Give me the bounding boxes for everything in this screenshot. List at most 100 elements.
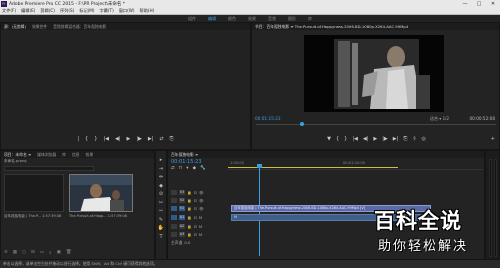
source-patch[interactable] [171,215,177,220]
program-timecode[interactable]: 00:01:15:23 [255,116,281,121]
sync-lock-icon[interactable]: ⊡ [194,190,197,195]
workspace-effects[interactable]: 效果 [248,16,256,22]
marker-button[interactable]: | [77,136,79,142]
snap-icon[interactable]: ⊓ [179,166,183,171]
tab-libraries[interactable]: 库 [62,152,66,158]
master-volume-value[interactable]: 0.0 [184,240,190,245]
menu-sequence[interactable]: 序列(S) [60,8,74,14]
workspace-assembly[interactable]: 组件 [188,16,196,22]
menu-title[interactable]: 字幕(T) [100,8,114,14]
menu-window[interactable]: 窗口(W) [119,8,135,14]
program-video-frame[interactable] [304,35,444,112]
icon-view-icon[interactable]: ▦ [13,250,17,256]
timeline-settings-icon[interactable]: 🔧 [200,166,206,171]
source-patch[interactable] [171,190,177,195]
menu-edit[interactable]: 编辑(E) [21,8,35,14]
playhead-handle[interactable] [257,164,262,168]
play-button[interactable]: ▶ [373,136,377,142]
trash-icon[interactable]: 🗑 [66,250,72,256]
insert-button[interactable]: ⇄ [159,136,163,142]
program-title[interactable]: 节目：百年孤独电影 ≡ The.Pursuit.of.Happyness.200… [255,24,408,30]
eye-icon[interactable]: 👁 [199,190,204,195]
tab-info[interactable]: 信息 [72,152,80,158]
sync-lock-icon[interactable]: ⊡ [194,215,197,220]
track-target[interactable]: A3 [179,232,185,237]
tab-effects[interactable]: 效果 [86,152,94,158]
workspace-audio[interactable]: 音频 [268,16,276,22]
eye-icon[interactable]: 👁 [199,198,204,203]
lock-icon[interactable]: 🔒 [187,215,192,220]
automate-to-sequence-icon[interactable]: ⊟ [31,250,35,256]
menu-help[interactable]: 帮助(H) [140,8,155,14]
eye-icon[interactable]: 👁 [199,206,204,211]
menu-file[interactable]: 文件(F) [2,8,16,14]
source-patch[interactable] [171,232,177,237]
step-back-button[interactable]: ◀| [363,136,369,142]
new-item-icon[interactable]: ▣ [57,250,61,256]
project-item-sequence[interactable] [4,174,64,212]
program-scrub-bar[interactable] [256,122,496,126]
tab-project[interactable]: 项目：未命名 ≡ [4,152,31,158]
track-target[interactable]: V1 [179,206,185,211]
find-icon[interactable]: ⌕ [49,250,52,256]
workspace-graphics[interactable]: 图形 [288,16,296,22]
tab-audio-clip-mixer[interactable]: 音频剪辑混合器：百年孤独电影 [53,24,106,30]
mark-out-button[interactable]: } [344,136,347,142]
minimize-button[interactable]: — [458,1,472,7]
type-tool-icon[interactable]: T [159,234,162,240]
mute-icon[interactable]: M [199,232,202,237]
lock-icon[interactable]: 🔒 [187,224,192,229]
mute-icon[interactable]: M [199,215,202,220]
close-button[interactable]: ✕ [486,1,500,7]
track-target[interactable]: A1 [179,215,185,220]
export-frame-button[interactable]: ◎ [422,136,426,142]
mute-icon[interactable]: M [199,224,202,229]
project-search-input[interactable] [4,166,94,171]
menu-clip[interactable]: 剪辑(C) [40,8,55,14]
track-target[interactable]: V2 [179,198,185,203]
mark-in-button[interactable]: { [85,136,88,142]
maximize-button[interactable]: □ [472,1,486,7]
source-patch[interactable] [171,206,177,211]
workspace-libraries[interactable]: 库 [308,16,312,22]
rate-stretch-tool-icon[interactable]: ◆ [159,183,163,189]
track-select-tool-icon[interactable]: ⇥ [159,166,163,172]
list-view-icon[interactable]: ≡ [4,250,8,256]
razor-tool-icon[interactable]: ⊘ [159,191,163,197]
sync-lock-icon[interactable]: ⊡ [194,224,197,229]
step-back-button[interactable]: ◀| [115,136,121,142]
go-to-out-button[interactable]: ▶| [148,136,154,142]
new-bin-icon[interactable]: ▭ [40,250,44,256]
lock-icon[interactable]: 🔒 [187,206,192,211]
menu-marker[interactable]: 标记(M) [79,8,94,14]
workspace-editing[interactable]: 编辑 [208,16,216,22]
lock-icon[interactable]: 🔒 [187,198,192,203]
go-to-in-button[interactable]: |◀ [103,136,109,142]
step-forward-button[interactable]: |▶ [382,136,388,142]
timeline-timecode[interactable]: 00:01:15:23 [171,159,202,165]
slip-tool-icon[interactable]: ✂ [159,200,163,206]
playhead-handle[interactable] [300,122,304,126]
add-marker-icon[interactable]: ◆ [193,166,196,171]
tab-effect-controls[interactable]: 效果控件 [32,24,47,30]
selection-tool-icon[interactable]: ▸ [160,157,163,163]
sync-lock-icon[interactable]: ⊡ [194,198,197,203]
source-viewer[interactable] [3,32,249,144]
track-target[interactable]: V3 [179,190,185,195]
play-button[interactable]: ▶ [126,136,130,142]
timeline-ruler[interactable]: 1:00:00 00:01:20:00 [228,160,483,170]
work-area-bar[interactable] [228,167,398,168]
lock-icon[interactable]: 🔒 [187,190,192,195]
project-item-clip[interactable] [69,174,133,212]
lift-button[interactable]: ⎘ [403,136,407,142]
fit-dropdown[interactable]: 适合 ▾ 1/2 [430,116,449,122]
mark-out-button[interactable]: } [94,136,97,142]
nest-icon[interactable]: ⇄ [171,166,175,171]
go-to-out-button[interactable]: ▶| [393,136,399,142]
go-to-in-button[interactable]: |◀ [352,136,358,142]
workspace-color[interactable]: 颜色 [228,16,236,22]
sync-lock-icon[interactable]: ⊡ [194,206,197,211]
add-button[interactable]: + [491,136,495,142]
linked-selection-icon[interactable]: ▾ [186,166,188,171]
step-forward-button[interactable]: |▶ [136,136,142,142]
